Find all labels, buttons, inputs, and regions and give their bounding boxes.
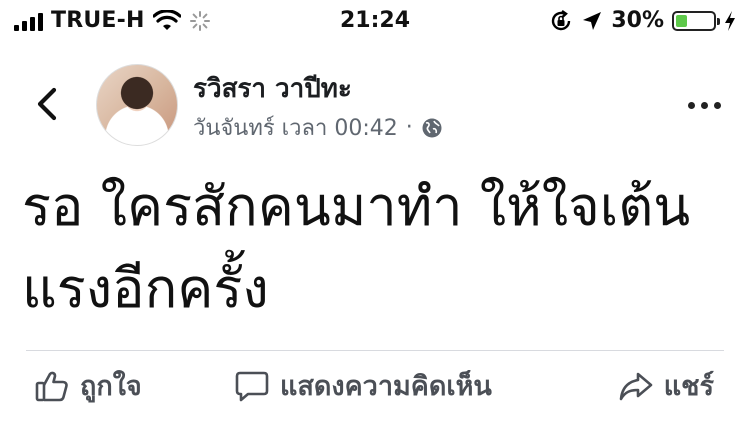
like-button[interactable]: ถูกใจ xyxy=(34,364,142,407)
battery-icon xyxy=(672,10,720,31)
comment-button[interactable]: แสดงความคิดเห็น xyxy=(234,364,492,407)
thumbs-up-icon xyxy=(35,371,68,401)
more-dot-icon xyxy=(701,101,708,109)
more-dot-icon xyxy=(688,101,695,109)
location-arrow-icon xyxy=(583,11,602,30)
more-dot-icon xyxy=(714,101,721,109)
post-text-line: รอ ใครสักคนมาทำ ให้ใจเต้น xyxy=(22,175,691,238)
status-right: 30% xyxy=(549,8,736,33)
globe-icon xyxy=(422,118,442,137)
battery-percentage: 30% xyxy=(611,8,664,33)
battery-level-fill xyxy=(676,14,687,27)
post-timestamp[interactable]: วันจันทร์ เวลา 00:42 xyxy=(193,110,398,145)
author-name[interactable]: รวิสรา วาปีทะ xyxy=(193,68,352,109)
meta-separator: · xyxy=(405,115,413,140)
post-actions: ถูกใจ แสดงความคิดเห็น แชร์ xyxy=(0,364,750,416)
share-button[interactable]: แชร์ xyxy=(618,364,714,407)
share-arrow-icon xyxy=(619,372,653,400)
post-text: รอ ใครสักคนมาทำ ให้ใจเต้น แรงอีกครั้ง xyxy=(22,166,732,330)
like-label: ถูกใจ xyxy=(80,371,142,402)
comment-label: แสดงความคิดเห็น xyxy=(280,371,492,402)
status-bar: TRUE-H 21:24 30% xyxy=(0,0,750,42)
avatar[interactable] xyxy=(96,64,178,146)
share-label: แชร์ xyxy=(663,371,714,402)
post-meta: วันจันทร์ เวลา 00:42 · xyxy=(193,110,443,145)
more-options-button[interactable] xyxy=(688,98,728,112)
charging-bolt-icon xyxy=(725,10,735,31)
post-text-line: แรงอีกครั้ง xyxy=(22,257,269,320)
back-button[interactable] xyxy=(30,84,66,124)
comment-bubble-icon xyxy=(235,371,269,401)
orientation-lock-icon xyxy=(552,9,571,30)
actions-divider xyxy=(26,350,724,351)
